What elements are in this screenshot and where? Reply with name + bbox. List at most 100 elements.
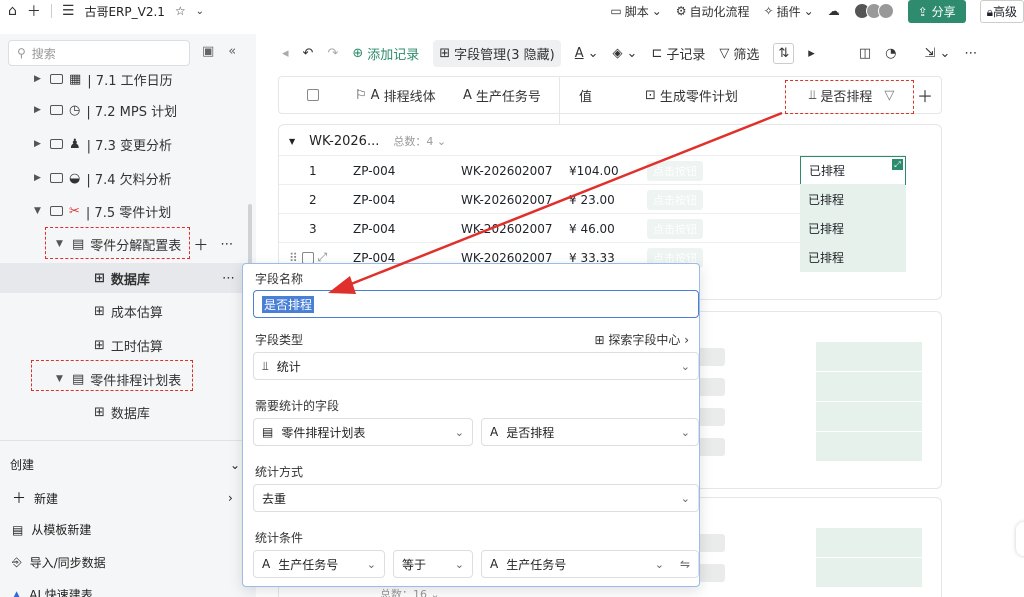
cell-scheduled[interactable]: 已排程 — [800, 243, 906, 272]
cell-task[interactable]: WK-202602007 — [461, 214, 553, 243]
caret-right-icon[interactable]: ▶ — [34, 74, 44, 84]
collapse-panel-icon[interactable]: ▣ — [202, 44, 214, 59]
from-template-button[interactable]: ▤ 从模板新建 — [12, 521, 91, 538]
sidebar-item-7-1[interactable]: ▶ ▦ | 7.1 工作日历 — [34, 64, 173, 94]
undo-icon[interactable]: ↶ — [303, 46, 314, 61]
ai-build-button[interactable]: ▲ AI 快速建表 — [12, 586, 93, 597]
cell-scheduled[interactable] — [816, 372, 922, 401]
plugin-button[interactable]: ✧ 插件 ⌄ — [764, 3, 814, 20]
cell-task[interactable]: WK-202602007 — [461, 185, 553, 214]
avatar-group[interactable] — [853, 3, 894, 19]
table-row[interactable]: 3 ZP-004 WK-202602007 ¥ 46.00 点击按钮 已排程 — [279, 213, 906, 243]
column-line[interactable]: ⚐ A 排程线体 — [355, 77, 436, 113]
plus-icon[interactable]: ＋ — [27, 1, 41, 21]
cell-scheduled[interactable] — [816, 558, 922, 587]
generate-plan-button[interactable]: 点击按钮 — [647, 189, 703, 210]
checkbox[interactable] — [307, 89, 319, 101]
generate-plan-button[interactable]: 点击按钮 — [647, 218, 703, 239]
cell-value[interactable]: ¥ 46.00 — [569, 214, 615, 243]
new-button[interactable]: ＋ 新建 › — [12, 488, 240, 508]
stat-table-select[interactable]: ▤ 零件排程计划表 ⌄ — [253, 418, 473, 446]
caret-right-icon[interactable]: ▶ — [34, 139, 44, 149]
import-sync-button[interactable]: ⎆ 导入/同步数据 — [12, 554, 106, 571]
cell-scheduled[interactable]: 已排程 — [800, 185, 906, 214]
script-button[interactable]: ▭ 脚本 ⌄ — [610, 3, 661, 20]
view-layout-icon[interactable]: ◫ — [859, 46, 871, 61]
caret-down-icon[interactable]: ▼ — [34, 206, 44, 216]
sidebar-item-database[interactable]: ⊞ 数据库 — [94, 397, 150, 427]
history-icon[interactable]: ◔ — [885, 46, 896, 61]
double-chevron-left-icon[interactable]: « — [228, 44, 236, 59]
sidebar-item-database-active[interactable]: ⊞ 数据库 ⋯ — [0, 263, 244, 293]
search-input[interactable]: ⚲ 搜索 — [8, 40, 190, 66]
more-icon[interactable]: ⋯ — [964, 46, 977, 61]
swap-icon[interactable]: ⇋ — [680, 557, 690, 571]
field-type-select[interactable]: ⫫ 统计 ⌄ — [253, 352, 699, 380]
cell-value[interactable]: ¥ 23.00 — [569, 185, 615, 214]
more-icon[interactable]: ⋯ — [220, 237, 233, 252]
column-task[interactable]: A 生产任务号 — [463, 77, 541, 113]
cell-line[interactable]: ZP-004 — [353, 185, 395, 214]
cell-line[interactable]: ZP-004 — [353, 156, 395, 185]
cell-scheduled[interactable] — [816, 342, 922, 371]
advanced-button[interactable]: 🔒︎高级 — [979, 0, 1024, 23]
cell-scheduled[interactable] — [816, 432, 922, 461]
sidebar-item-7-2[interactable]: ▶ ◷ | 7.2 MPS 计划 — [34, 95, 177, 125]
cell-task[interactable]: WK-202602007 — [461, 156, 553, 185]
create-section-header[interactable]: 创建 ⌄ — [10, 456, 240, 473]
chevron-down-icon[interactable]: ⌄ — [196, 6, 204, 17]
sidebar-item-cost[interactable]: ⊞ 成本估算 — [94, 296, 163, 326]
add-icon[interactable]: ＋ — [193, 234, 208, 255]
explore-field-center-link[interactable]: ⊞ 探索字段中心 › — [594, 331, 689, 348]
generate-plan-button[interactable]: 点击按钮 — [647, 160, 703, 181]
field-name-input[interactable]: 是否排程 — [253, 290, 699, 318]
add-record-button[interactable]: ⊕ 添加记录 — [352, 44, 419, 63]
table-row[interactable]: 1 ZP-004 WK-202602007 ¥104.00 点击按钮 已排程 ⤢ — [279, 155, 906, 185]
stat-field-select[interactable]: A 是否排程 ⌄ — [481, 418, 699, 446]
checkbox[interactable] — [301, 251, 314, 264]
column-generate-plan[interactable]: ⊡ 生成零件计划 — [645, 77, 738, 113]
caret-left-icon[interactable]: ◂ — [282, 46, 289, 61]
table-row[interactable]: 2 ZP-004 WK-202602007 ¥ 23.00 点击按钮 已排程 — [279, 184, 906, 214]
caret-down-icon[interactable]: ▼ — [289, 137, 295, 146]
field-manage-button[interactable]: ⊞ 字段管理(3 隐藏) — [433, 39, 561, 67]
export-icon[interactable]: ⇲ ⌄ — [924, 46, 950, 61]
star-icon[interactable]: ☆ — [175, 4, 186, 18]
cell-line[interactable]: ZP-004 — [353, 214, 395, 243]
caret-right-icon[interactable]: ▶ — [34, 173, 44, 183]
more-icon[interactable]: ⋯ — [222, 271, 235, 286]
redo-icon[interactable]: ↷ — [327, 46, 338, 61]
cell-scheduled[interactable]: 已排程 — [800, 214, 906, 243]
expand-icon[interactable]: ⤢ — [892, 159, 903, 170]
menu-icon[interactable]: ☰ — [62, 3, 75, 19]
condition-operator-select[interactable]: 等于 ⌄ — [393, 550, 473, 578]
fill-color-button[interactable]: ◈ ⌄ — [613, 46, 638, 61]
condition-field-select[interactable]: A 生产任务号 ⌄ — [253, 550, 385, 578]
text-color-button[interactable]: A ⌄ — [575, 46, 599, 61]
share-button[interactable]: ⇪ 分享 — [907, 0, 966, 23]
automation-button[interactable]: ⚙ 自动化流程 — [676, 3, 750, 20]
cell-scheduled-selected[interactable]: 已排程 ⤢ — [800, 156, 906, 185]
sidebar-item-7-3[interactable]: ▶ ♟ | 7.3 变更分析 — [34, 129, 172, 159]
condition-value-select[interactable]: A 生产任务号 ⌄ ⇋ — [481, 550, 699, 578]
home-icon[interactable]: ⌂ — [8, 3, 17, 19]
group-header[interactable]: ▼ WK-2026... 总数：4 ⌄ — [289, 133, 446, 149]
method-select[interactable]: 去重 ⌄ — [253, 484, 699, 512]
grid-icon: ⊞ — [439, 45, 451, 61]
sub-record-button[interactable]: ⊏ 子记录 — [651, 44, 705, 63]
filter-button[interactable]: ▽ 筛选 — [719, 44, 759, 63]
sidebar-item-7-5[interactable]: ▼ ✂ | 7.5 零件计划 — [34, 196, 171, 226]
more-toolbar-icon[interactable]: ▸ — [808, 46, 815, 61]
sidebar-item-7-4[interactable]: ▶ ◒ | 7.4 欠料分析 — [34, 163, 172, 193]
caret-right-icon[interactable]: ▶ — [34, 105, 44, 115]
cell-value[interactable]: ¥104.00 — [569, 156, 619, 185]
cell-scheduled[interactable] — [816, 402, 922, 431]
sidebar-item-hours[interactable]: ⊞ 工时估算 — [94, 330, 163, 360]
cell-scheduled[interactable] — [816, 528, 922, 557]
sort-button[interactable]: ⇅ — [773, 42, 795, 64]
add-column-button[interactable]: ＋ — [917, 77, 933, 113]
cloud-icon[interactable]: ☁ — [828, 4, 840, 18]
column-value[interactable]: 值 — [579, 77, 592, 113]
select-all-checkbox[interactable] — [307, 77, 319, 113]
side-handle[interactable] — [1016, 522, 1024, 556]
